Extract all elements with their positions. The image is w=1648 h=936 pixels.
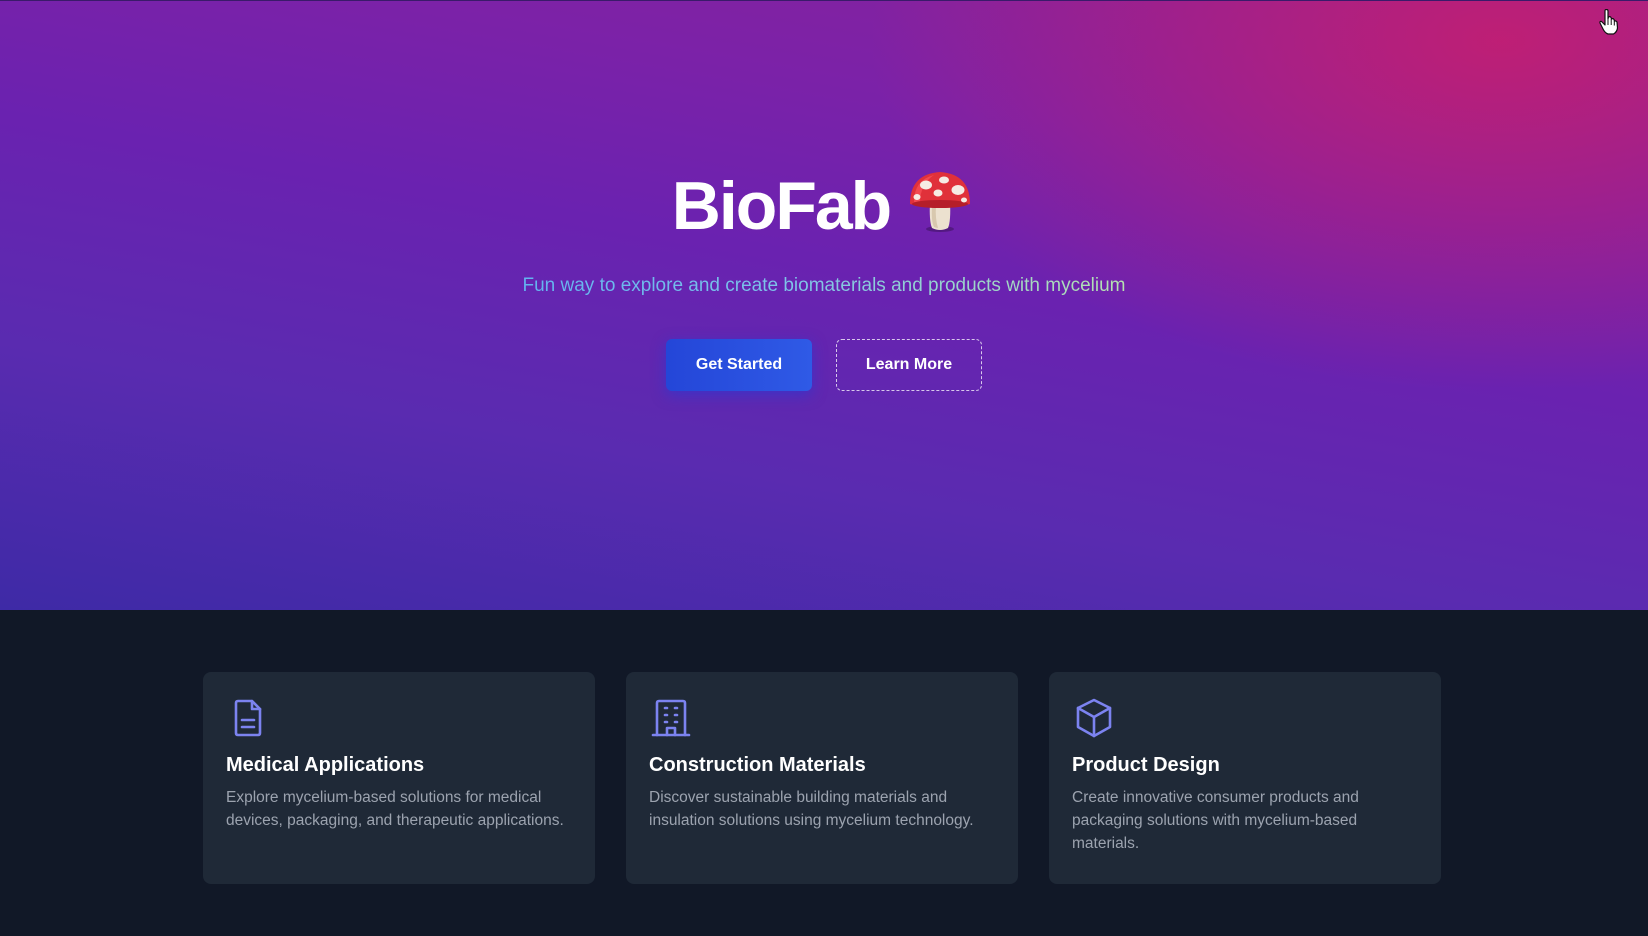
features-section: Medical Applications Explore mycelium-ba… <box>0 610 1648 936</box>
feature-cards: Medical Applications Explore mycelium-ba… <box>203 672 1441 884</box>
hero-title-row: BioFab <box>0 166 1648 246</box>
page-title: BioFab <box>671 168 892 244</box>
card-title: Construction Materials <box>649 754 866 776</box>
cube-icon <box>1076 698 1112 738</box>
card-description: Explore mycelium-based solutions for med… <box>226 789 564 829</box>
card-title: Product Design <box>1072 754 1220 776</box>
building-icon <box>651 699 691 737</box>
mushroom-icon <box>910 172 971 232</box>
hand-cursor-icon <box>1599 9 1619 35</box>
hero-subtitle: Fun way to explore and create biomateria… <box>522 273 1125 299</box>
hero-buttons: Get Started Learn More <box>0 339 1648 391</box>
card-description: Create innovative consumer products and … <box>1072 789 1359 852</box>
document-icon <box>234 699 262 737</box>
card-title: Medical Applications <box>226 754 425 776</box>
feature-card-medical: Medical Applications Explore mycelium-ba… <box>203 672 595 884</box>
card-description: Discover sustainable building materials … <box>649 789 974 829</box>
get-started-button[interactable]: Get Started <box>666 339 812 391</box>
hero-section: BioFab Fun way to explore and create bio… <box>0 0 1648 610</box>
learn-more-button[interactable]: Learn More <box>836 339 982 391</box>
feature-card-construction: Construction Materials Discover sustaina… <box>626 672 1018 884</box>
feature-card-product: Product Design Create innovative consume… <box>1049 672 1441 884</box>
hero-content: BioFab Fun way to explore and create bio… <box>0 166 1648 391</box>
